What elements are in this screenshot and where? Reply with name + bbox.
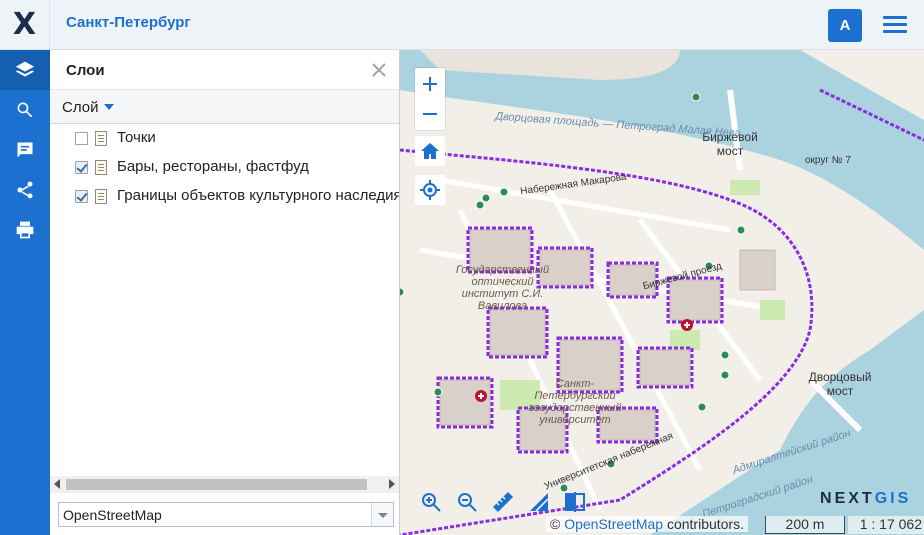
crosshair-icon	[420, 180, 440, 200]
horizontal-scrollbar[interactable]	[50, 476, 399, 493]
landmark-label: Государственный оптический институт С.И.…	[455, 264, 550, 312]
measure-area-button[interactable]	[524, 487, 554, 517]
zoom-controls	[415, 68, 445, 130]
layer-column-header[interactable]: Слой	[62, 99, 98, 116]
swipe-compare-button[interactable]	[560, 487, 590, 517]
zoom-out-icon	[458, 493, 477, 512]
close-icon[interactable]	[368, 59, 390, 81]
share-icon[interactable]	[0, 170, 50, 210]
vector-layer-icon	[95, 131, 107, 146]
vector-layer-icon	[95, 160, 107, 175]
map-attribution: © OpenStreetMap contributors.	[546, 516, 748, 532]
plus-icon	[423, 77, 437, 91]
panel-title: Слои	[66, 62, 105, 79]
scroll-right-icon[interactable]	[389, 479, 395, 489]
zoom-in-button[interactable]	[415, 69, 445, 99]
layer-checkbox[interactable]	[75, 161, 88, 174]
locate-button[interactable]	[415, 175, 445, 205]
area-icon	[530, 493, 549, 512]
print-icon[interactable]	[0, 210, 50, 250]
bridge-label: Дворцовый мост	[808, 370, 872, 398]
menu-icon[interactable]	[880, 13, 910, 37]
sort-arrow-icon[interactable]	[104, 104, 114, 110]
nextgis-logo: NEXTGIS	[820, 490, 912, 507]
layer-label: Бары, рестораны, фастфуд	[117, 158, 309, 175]
scroll-left-icon[interactable]	[54, 479, 60, 489]
user-avatar-button[interactable]: A	[828, 9, 862, 42]
zoom-out-button[interactable]	[415, 99, 445, 129]
annotations-icon[interactable]	[0, 130, 50, 170]
zoom-out-box-button[interactable]	[452, 487, 482, 517]
home-button[interactable]	[415, 136, 445, 166]
minus-icon	[423, 113, 437, 115]
compare-icon	[565, 492, 585, 512]
layer-tree-header: Слой	[50, 90, 399, 124]
basemap-select[interactable]: OpenStreetMap	[58, 502, 394, 527]
layer-label: Точки	[117, 129, 156, 146]
measure-distance-button[interactable]	[488, 487, 518, 517]
app-title: Санкт-Петербург	[66, 14, 191, 31]
basemap-selected-value: OpenStreetMap	[63, 507, 162, 523]
layer-label: Границы объектов культурного наследия	[117, 187, 399, 204]
layer-row[interactable]: Точки	[50, 124, 399, 153]
scrollbar-thumb[interactable]	[66, 479, 367, 490]
app-header: X Санкт-Петербург A	[0, 0, 924, 50]
layer-row[interactable]: Границы объектов культурного наследия	[50, 182, 399, 211]
layers-icon[interactable]	[0, 50, 50, 90]
layer-row[interactable]: Бары, рестораны, фастфуд	[50, 153, 399, 182]
layer-checkbox[interactable]	[75, 190, 88, 203]
left-navigation	[0, 50, 50, 535]
map-view[interactable]: Биржевой мост Дворцовый мост Санкт-Петер…	[400, 50, 924, 535]
district-label: округ № 7	[805, 155, 851, 166]
home-icon	[421, 143, 439, 159]
layer-checkbox[interactable]	[75, 132, 88, 145]
search-icon[interactable]	[0, 90, 50, 130]
app-logo[interactable]: X	[0, 0, 50, 50]
panel-header: Слои	[50, 50, 399, 90]
osm-link[interactable]: OpenStreetMap	[564, 516, 663, 532]
scale-bar: 200 m	[765, 516, 845, 534]
zoom-to-box-button[interactable]	[416, 487, 446, 517]
vector-layer-icon	[95, 189, 107, 204]
scale-ratio: 1 : 17 062	[848, 516, 924, 534]
chevron-down-icon[interactable]	[371, 503, 393, 526]
zoom-in-icon	[422, 493, 441, 512]
layers-panel: Слои Слой Точки Бары, рестораны, фастфуд…	[50, 50, 400, 535]
ruler-icon	[493, 492, 513, 512]
landmark-label: Санкт-Петербургский государственный унив…	[528, 378, 622, 426]
